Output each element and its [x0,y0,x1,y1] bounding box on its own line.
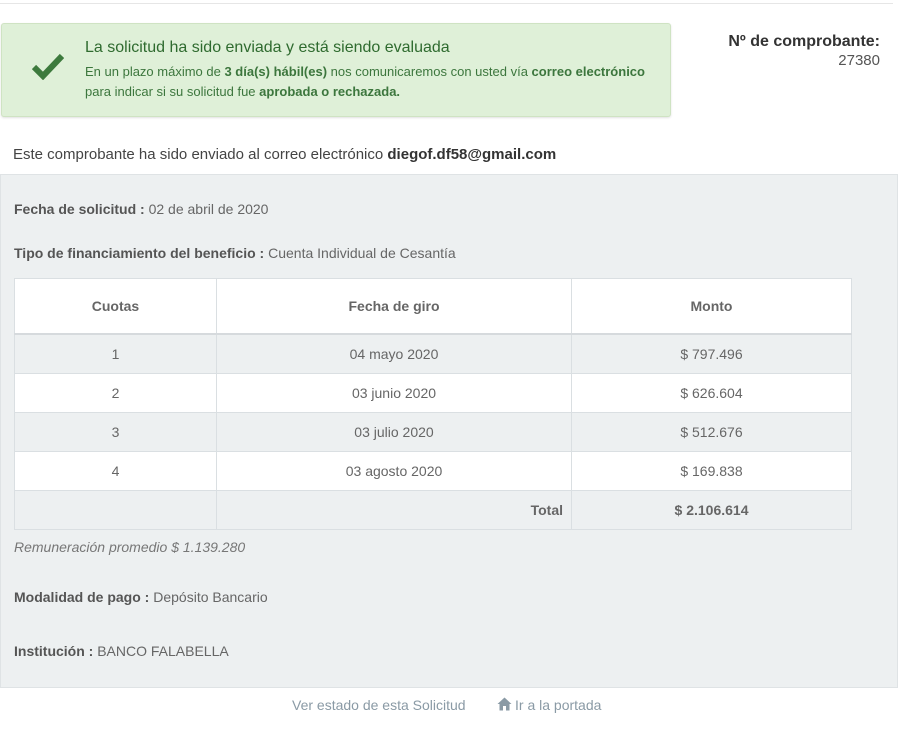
cuota-cell: 3 [14,412,217,452]
fecha-cell: 03 agosto 2020 [216,451,572,491]
request-date-field: Fecha de solicitud : 02 de abril de 2020 [14,201,269,217]
home-icon [497,697,512,711]
table-header-row: Cuotas Fecha de giro Monto [14,278,852,335]
voucher-label: Nº de comprobante: [728,33,880,50]
table-row: 4 03 agosto 2020 $ 169.838 [14,451,852,491]
fecha-cell: 03 junio 2020 [216,373,572,413]
institution-field: Institución : BANCO FALABELLA [14,643,229,659]
monto-cell: $ 512.676 [571,412,852,452]
monto-cell: $ 797.496 [571,333,852,374]
table-total-row: Total $ 2.106.614 [14,490,852,530]
alert-title: La solicitud ha sido enviada y está sien… [85,39,450,56]
table-row: 2 03 junio 2020 $ 626.604 [14,373,852,413]
recipient-email: diegof.df58@gmail.com [387,146,557,163]
top-divider [0,0,893,4]
monto-cell: $ 169.838 [571,451,852,491]
table-row: 3 03 julio 2020 $ 512.676 [14,412,852,452]
email-sent-note: Este comprobante ha sido enviado al corr… [13,146,557,163]
cuota-cell: 2 [14,373,217,413]
column-header-fecha: Fecha de giro [216,278,572,335]
check-icon [32,53,64,80]
total-value: $ 2.106.614 [571,490,852,530]
voucher-number: Nº de comprobante: 27380 [728,33,880,69]
voucher-value: 27380 [838,52,880,69]
total-label: Total [216,490,572,530]
payment-method-field: Modalidad de pago : Depósito Bancario [14,589,268,605]
alert-message: En un plazo máximo de 3 día(s) hábil(es)… [85,64,645,99]
fecha-cell: 03 julio 2020 [216,412,572,452]
cuota-cell: 1 [14,333,217,374]
empty-cell [14,490,217,530]
column-header-cuotas: Cuotas [14,278,217,335]
cuota-cell: 4 [14,451,217,491]
view-request-status-link[interactable]: Ver estado de esta Solicitud [292,697,466,713]
home-link-label: Ir a la portada [515,697,602,713]
financing-type-field: Tipo de financiamiento del beneficio : C… [14,245,456,261]
fecha-cell: 04 mayo 2020 [216,333,572,374]
request-details-panel: Fecha de solicitud : 02 de abril de 2020… [0,174,898,688]
home-link[interactable]: Ir a la portada [497,697,601,713]
average-salary-note: Remuneración promedio $ 1.139.280 [14,539,246,555]
column-header-monto: Monto [571,278,852,335]
success-alert: La solicitud ha sido enviada y está sien… [1,23,671,117]
monto-cell: $ 626.604 [571,373,852,413]
table-row: 1 04 mayo 2020 $ 797.496 [14,333,852,374]
installments-table: Cuotas Fecha de giro Monto 1 04 mayo 202… [14,278,852,530]
